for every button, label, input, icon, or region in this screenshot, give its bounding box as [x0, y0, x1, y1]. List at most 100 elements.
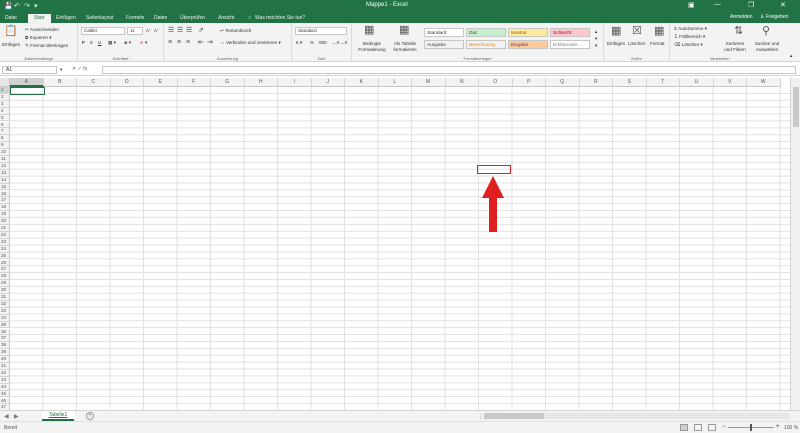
restore-icon[interactable]: ❐: [748, 1, 754, 9]
decrease-decimal-icon[interactable]: →0: [340, 40, 347, 45]
format-cells-icon[interactable]: ▦: [654, 26, 664, 37]
row-header-45[interactable]: 45: [0, 390, 10, 398]
row-header-31[interactable]: 31: [0, 294, 10, 301]
row-header-30[interactable]: 30: [0, 287, 10, 294]
align-top-icon[interactable]: ☰: [168, 27, 174, 34]
zoom-slider-thumb[interactable]: [750, 424, 752, 431]
normal-view-icon[interactable]: [680, 424, 688, 431]
page-layout-view-icon[interactable]: [694, 424, 702, 431]
insert-cells-button[interactable]: Einfügen: [607, 41, 625, 46]
column-header-h[interactable]: H: [244, 78, 278, 87]
column-header-c[interactable]: C: [77, 78, 111, 87]
style-good[interactable]: Gut: [466, 28, 506, 37]
tab-page-layout[interactable]: Seitenlayout: [86, 14, 114, 23]
row-header-29[interactable]: 29: [0, 280, 10, 288]
row-header-28[interactable]: 28: [0, 273, 10, 281]
decrease-indent-icon[interactable]: ⇤: [198, 39, 204, 46]
align-center-icon[interactable]: ≡: [177, 39, 181, 46]
row-header-22[interactable]: 22: [0, 231, 10, 239]
row-header-44[interactable]: 44: [0, 383, 10, 391]
row-header-7[interactable]: 7: [0, 128, 10, 136]
grow-font-icon[interactable]: Aˆ: [146, 28, 151, 33]
shrink-font-icon[interactable]: Aˇ: [154, 28, 159, 33]
row-header-34[interactable]: 34: [0, 314, 10, 322]
find-select-button[interactable]: Suchen und Auswählen: [754, 41, 780, 53]
font-name-select[interactable]: Calibri: [81, 27, 125, 35]
row-header-21[interactable]: 21: [0, 225, 10, 232]
tab-review[interactable]: Überprüfen: [180, 14, 205, 23]
ribbon-display-options-icon[interactable]: ▣: [688, 1, 695, 9]
cancel-icon[interactable]: ✕: [72, 66, 76, 72]
close-icon[interactable]: ✕: [780, 1, 786, 9]
row-header-19[interactable]: 19: [0, 211, 10, 219]
delete-cells-icon[interactable]: ☒: [632, 26, 642, 37]
minimize-icon[interactable]: —: [714, 1, 721, 8]
row-header-2[interactable]: 2: [0, 93, 10, 101]
style-standard[interactable]: Standard: [424, 28, 464, 37]
horizontal-scroll-thumb[interactable]: [484, 413, 544, 419]
name-box[interactable]: A1: [2, 66, 57, 74]
row-header-32[interactable]: 32: [0, 300, 10, 308]
column-header-u[interactable]: U: [680, 78, 714, 87]
insert-function-icon[interactable]: fx: [83, 66, 87, 72]
redo-icon[interactable]: ↷: [24, 2, 30, 10]
row-header-12[interactable]: 12: [0, 162, 10, 170]
row-header-23[interactable]: 23: [0, 238, 10, 246]
customize-quick-access-icon[interactable]: ▾: [34, 2, 38, 10]
column-header-e[interactable]: E: [144, 78, 178, 87]
row-header-42[interactable]: 42: [0, 369, 10, 377]
format-as-table-button[interactable]: Als Tabelle formatieren: [390, 41, 420, 53]
row-header-14[interactable]: 14: [0, 176, 10, 184]
page-break-view-icon[interactable]: [708, 424, 716, 431]
save-icon[interactable]: 💾: [4, 2, 13, 10]
styles-more-icon[interactable]: ▾: [595, 43, 597, 49]
row-header-27[interactable]: 27: [0, 266, 10, 274]
wrap-text-button[interactable]: ↩ Textumbruch: [220, 28, 251, 34]
column-header-a[interactable]: A: [10, 78, 44, 87]
row-header-46[interactable]: 46: [0, 397, 10, 405]
row-header-37[interactable]: 37: [0, 335, 10, 343]
column-header-v[interactable]: V: [713, 78, 747, 87]
column-header-d[interactable]: D: [110, 78, 144, 87]
italic-button[interactable]: K: [90, 40, 93, 45]
row-header-18[interactable]: 18: [0, 204, 10, 212]
tab-data[interactable]: Daten: [154, 14, 167, 23]
row-header-6[interactable]: 6: [0, 121, 10, 129]
conditional-formatting-icon[interactable]: ▦: [364, 25, 374, 36]
row-header-8[interactable]: 8: [0, 135, 10, 143]
collapse-ribbon-icon[interactable]: ▴: [790, 53, 792, 59]
sort-filter-icon[interactable]: ⇅: [734, 26, 743, 37]
select-all-corner[interactable]: [0, 78, 10, 87]
worksheet-grid[interactable]: A B C D E F G H I J K L M N O P Q R S T U V W 1 2 3 4 5 6 7 8 9 10 11 12 13…: [0, 78, 790, 410]
vertical-scroll-thumb[interactable]: [793, 87, 799, 127]
row-header-20[interactable]: 20: [0, 218, 10, 225]
font-color-dropdown-icon[interactable]: ▾: [145, 40, 147, 46]
align-right-icon[interactable]: ≡: [186, 39, 190, 46]
column-header-w[interactable]: W: [747, 78, 781, 87]
row-header-26[interactable]: 26: [0, 259, 10, 267]
column-header-q[interactable]: Q: [546, 78, 580, 87]
fill-color-icon[interactable]: ◈ ▾: [124, 40, 131, 46]
row-header-1[interactable]: 1: [0, 87, 10, 94]
vertical-scrollbar[interactable]: [790, 78, 800, 410]
selected-cell-a1[interactable]: [10, 87, 45, 95]
format-cells-button[interactable]: Format: [650, 41, 665, 46]
format-as-table-icon[interactable]: ▦: [399, 25, 409, 36]
tab-formulas[interactable]: Formeln: [126, 14, 144, 23]
row-header-41[interactable]: 41: [0, 363, 10, 370]
cut-button[interactable]: ✂ Ausschneiden: [25, 27, 59, 33]
style-calculation[interactable]: Berechnung: [466, 40, 506, 49]
tab-home[interactable]: Start: [28, 14, 51, 23]
fill-button[interactable]: ↧ Füllbereich ▾: [674, 34, 705, 40]
bold-button[interactable]: F: [82, 40, 85, 45]
styles-scroll-up-icon[interactable]: ▴: [595, 29, 597, 35]
increase-indent-icon[interactable]: ⇥: [207, 39, 213, 46]
row-header-33[interactable]: 33: [0, 307, 10, 315]
row-header-43[interactable]: 43: [0, 376, 10, 384]
row-header-35[interactable]: 35: [0, 321, 10, 329]
column-header-l[interactable]: L: [378, 78, 412, 87]
align-bottom-icon[interactable]: ☰: [186, 27, 192, 34]
find-select-icon[interactable]: ⚲: [762, 26, 770, 37]
column-header-k[interactable]: K: [345, 78, 379, 87]
conditional-formatting-button[interactable]: Bedingte Formatierung: [357, 41, 387, 53]
